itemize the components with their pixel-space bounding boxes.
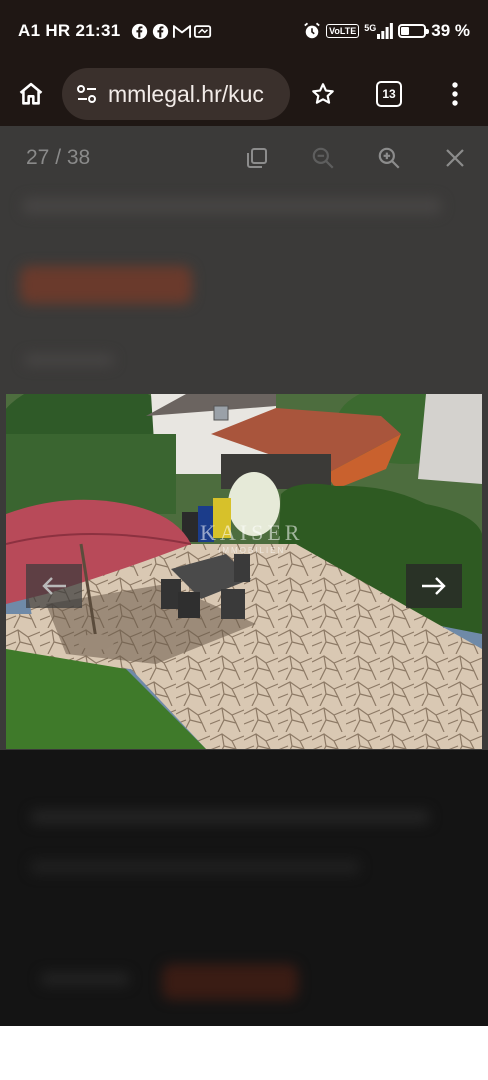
gallery-overlay: 27 / 38 KAISER IMMOBILIEN	[0, 126, 488, 1026]
arrow-right-icon	[422, 577, 446, 595]
menu-button[interactable]	[422, 62, 488, 126]
battery-level	[401, 27, 409, 35]
blurred-text	[40, 972, 130, 986]
zoom-in-button[interactable]	[356, 126, 422, 190]
address-bar[interactable]: mmlegal.hr/kuc	[62, 68, 290, 120]
status-bar: A1 HR 21:31 VoLTE 5G 39 %	[0, 0, 488, 62]
carrier-time: A1 HR 21:31	[18, 21, 121, 40]
blurred-page-bottom	[0, 750, 488, 1026]
home-button[interactable]	[0, 62, 62, 126]
network-type: 5G	[364, 23, 377, 33]
star-icon	[312, 83, 334, 104]
watermark-subtitle: IMMOBILIEN	[218, 546, 286, 555]
zoom-out-icon	[312, 147, 334, 169]
site-settings-icon[interactable]	[76, 83, 98, 105]
blurred-text	[30, 810, 430, 824]
battery-icon	[398, 24, 430, 38]
gallery-photo[interactable]: KAISER IMMOBILIEN	[6, 394, 482, 749]
previous-image-button[interactable]	[26, 564, 82, 608]
bookmark-button[interactable]	[290, 62, 356, 126]
url-text[interactable]: mmlegal.hr/kuc	[108, 81, 264, 108]
alarm-icon	[303, 22, 321, 40]
blurred-text	[22, 198, 442, 214]
copy-button[interactable]	[224, 126, 290, 190]
more-vert-icon	[452, 82, 458, 106]
blurred-button	[162, 964, 298, 1000]
facebook-icon	[152, 22, 170, 40]
close-icon	[446, 149, 464, 167]
next-image-button[interactable]	[406, 564, 462, 608]
home-icon	[19, 82, 43, 105]
close-button[interactable]	[422, 126, 488, 190]
tab-switcher-button[interactable]: 13	[356, 62, 422, 126]
zoom-out-button[interactable]	[290, 126, 356, 190]
blurred-text	[30, 860, 360, 874]
arrow-left-icon	[42, 577, 66, 595]
tab-count: 13	[376, 81, 402, 107]
notification-icon	[193, 22, 212, 40]
viewer-toolbar: 27 / 38	[0, 126, 488, 190]
blurred-text	[24, 354, 114, 366]
image-counter: 27 / 38	[26, 146, 91, 169]
watermark: KAISER IMMOBILIEN	[200, 520, 303, 555]
gmail-icon	[172, 22, 191, 40]
watermark-logo: KAISER	[200, 520, 304, 545]
volte-badge: VoLTE	[326, 24, 360, 38]
signal-icon: 5G	[364, 23, 394, 39]
browser-toolbar: mmlegal.hr/kuc 13	[0, 62, 488, 126]
copy-icon	[247, 148, 267, 168]
battery-percent: 39 %	[431, 21, 470, 40]
zoom-in-icon	[378, 147, 400, 169]
facebook-icon	[131, 22, 149, 40]
blurred-button	[20, 266, 192, 304]
